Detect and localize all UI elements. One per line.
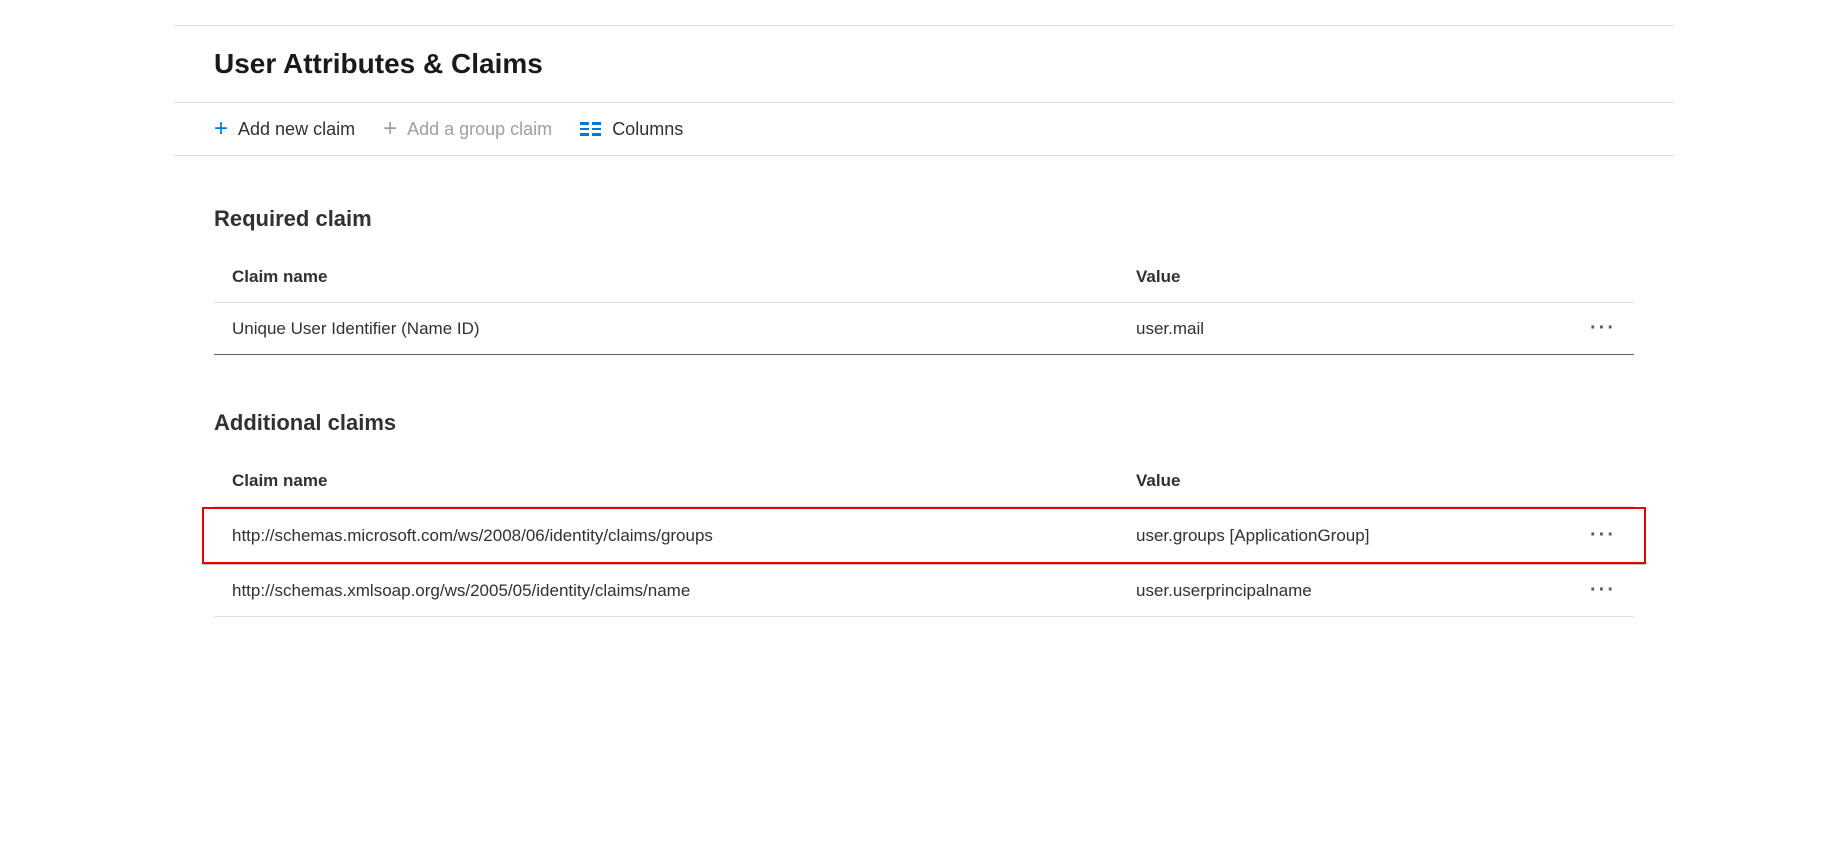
add-new-claim-button[interactable]: + Add new claim xyxy=(214,117,355,141)
column-header-claim-name: Claim name xyxy=(232,471,1136,491)
command-bar: + Add new claim + Add a group claim Colu… xyxy=(174,103,1674,156)
table-row[interactable]: http://schemas.microsoft.com/ws/2008/06/… xyxy=(202,507,1646,565)
claim-value-cell: user.groups [ApplicationGroup] xyxy=(1136,526,1556,546)
additional-claims-table: Claim name Value http://schemas.microsof… xyxy=(214,456,1634,617)
claim-name-cell: http://schemas.microsoft.com/ws/2008/06/… xyxy=(232,526,1136,546)
column-header-claim-name: Claim name xyxy=(232,267,1136,287)
required-claims-table: Claim name Value Unique User Identifier … xyxy=(214,252,1634,355)
required-claim-section: Required claim Claim name Value Unique U… xyxy=(214,206,1634,355)
table-header: Claim name Value xyxy=(214,252,1634,303)
columns-button[interactable]: Columns xyxy=(580,119,683,140)
column-header-value: Value xyxy=(1136,471,1556,491)
required-claim-title: Required claim xyxy=(214,206,1634,232)
more-actions-button[interactable]: ··· xyxy=(1590,525,1616,545)
plus-icon: + xyxy=(214,117,228,141)
more-actions-button[interactable]: ··· xyxy=(1590,580,1616,600)
claim-value-cell: user.mail xyxy=(1136,319,1556,339)
table-row[interactable]: Unique User Identifier (Name ID) user.ma… xyxy=(214,303,1634,355)
add-group-claim-label: Add a group claim xyxy=(407,119,552,140)
column-header-value: Value xyxy=(1136,267,1556,287)
add-new-claim-label: Add new claim xyxy=(238,119,355,140)
plus-icon: + xyxy=(383,117,397,141)
columns-icon xyxy=(580,122,602,136)
page-title: User Attributes & Claims xyxy=(214,48,1634,80)
table-header: Claim name Value xyxy=(214,456,1634,507)
additional-claims-title: Additional claims xyxy=(214,410,1634,436)
additional-claims-section: Additional claims Claim name Value http:… xyxy=(214,410,1634,617)
claim-name-cell: Unique User Identifier (Name ID) xyxy=(232,319,1136,339)
columns-label: Columns xyxy=(612,119,683,140)
claim-value-cell: user.userprincipalname xyxy=(1136,581,1556,601)
add-group-claim-button[interactable]: + Add a group claim xyxy=(383,117,552,141)
table-row[interactable]: http://schemas.xmlsoap.org/ws/2005/05/id… xyxy=(214,565,1634,617)
claim-name-cell: http://schemas.xmlsoap.org/ws/2005/05/id… xyxy=(232,581,1136,601)
more-actions-button[interactable]: ··· xyxy=(1590,318,1616,338)
title-bar: User Attributes & Claims xyxy=(174,25,1674,103)
